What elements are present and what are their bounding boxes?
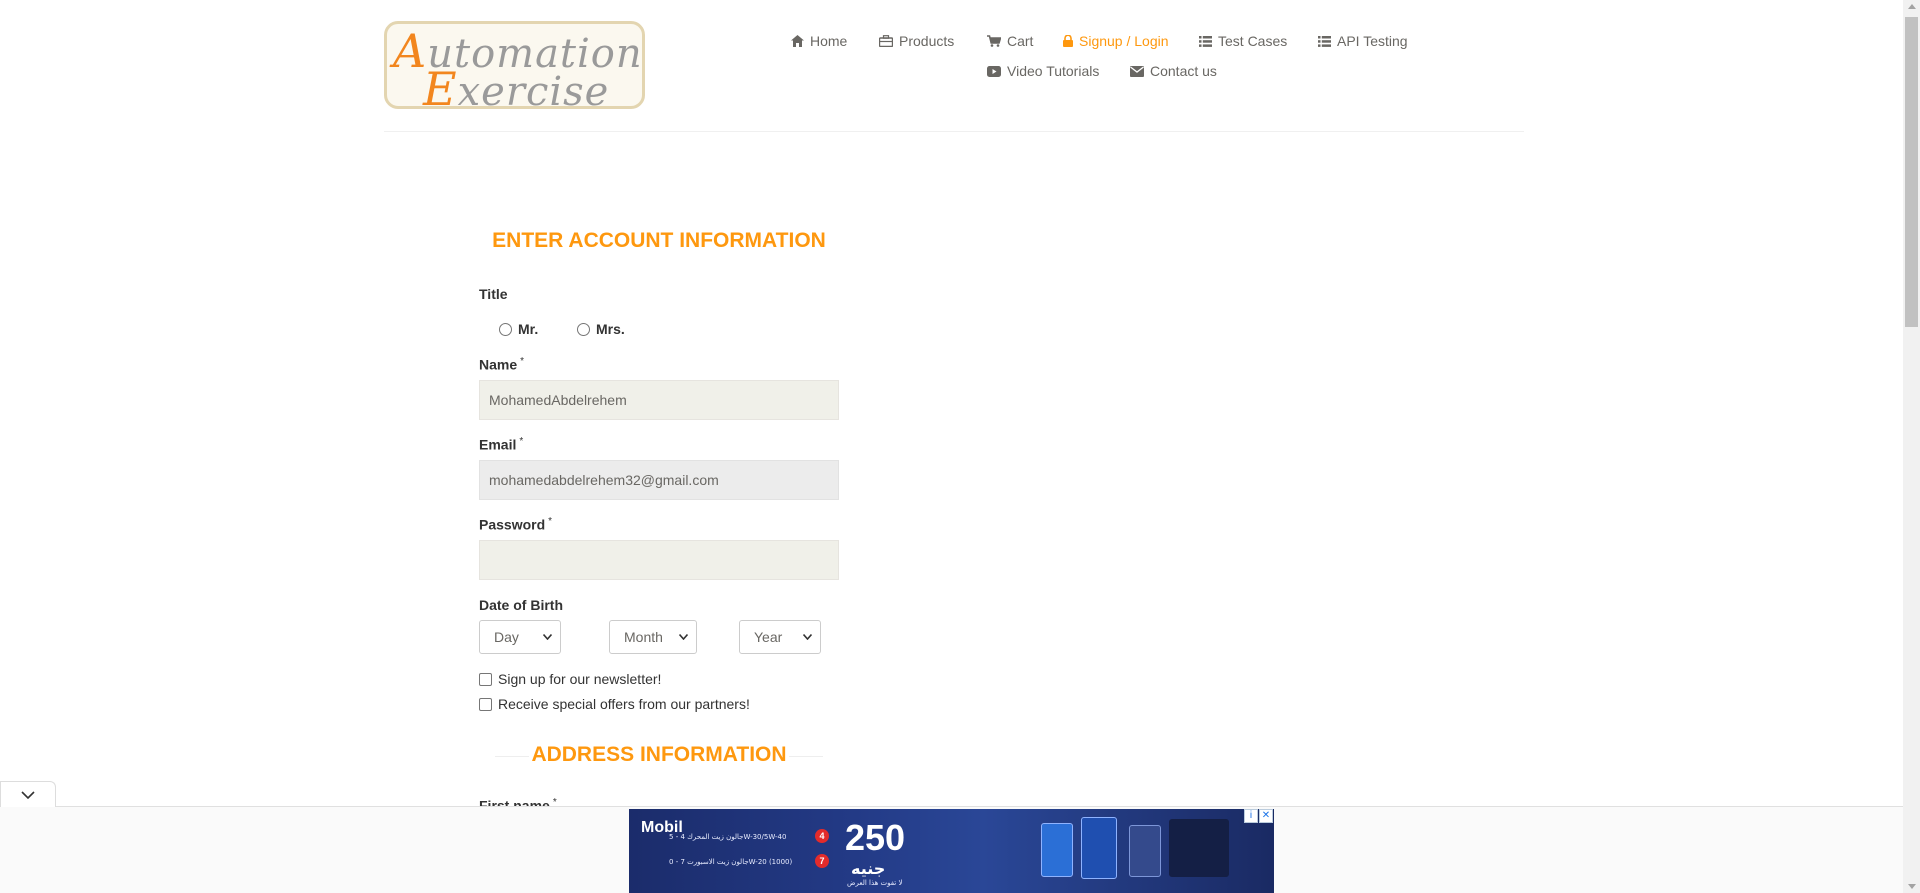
title-mrs-label: Mrs. <box>596 321 625 337</box>
ad-product-can-2 <box>1081 817 1117 879</box>
newsletter-option[interactable]: Sign up for our newsletter! <box>479 671 661 687</box>
ad-badge-b: 7 <box>815 854 829 868</box>
name-label: Name * <box>479 356 525 373</box>
dob-day-select[interactable]: Day <box>479 620 561 654</box>
address-heading-block: ADDRESS INFORMATION <box>495 743 823 767</box>
nav-video-tutorials[interactable]: Video Tutorials <box>987 60 1099 82</box>
ad-price-number: 250 <box>845 817 906 858</box>
home-icon <box>791 35 804 47</box>
required-mark: * <box>520 356 525 367</box>
youtube-play-icon <box>987 65 1001 77</box>
nav-video-tutorials-label: Video Tutorials <box>1007 63 1100 79</box>
chevron-down-icon <box>803 634 812 640</box>
nav-contact-us[interactable]: Contact us <box>1130 60 1217 82</box>
email-label: Email * <box>479 436 524 453</box>
nav-contact-us-label: Contact us <box>1150 63 1217 79</box>
cart-icon <box>987 35 1001 47</box>
nav-products[interactable]: Products <box>879 30 954 52</box>
title-mr-option[interactable]: Mr. <box>499 321 538 337</box>
offers-checkbox[interactable] <box>479 697 492 711</box>
ad-info-icon[interactable]: i <box>1244 809 1258 823</box>
scrollbar-thumb[interactable] <box>1905 17 1918 327</box>
nav-home-label: Home <box>810 33 848 49</box>
header-divider <box>384 131 1524 132</box>
address-info-heading: ADDRESS INFORMATION <box>529 743 789 766</box>
ad-line-c: لا تفوت هذا العرض <box>847 879 903 887</box>
nav-products-label: Products <box>899 33 955 49</box>
ad-currency: جنيه <box>851 859 886 878</box>
email-input[interactable]: mohamedabdelrehem32@gmail.com <box>479 460 839 500</box>
title-mr-radio[interactable] <box>499 322 512 336</box>
page-scrollbar[interactable] <box>1903 0 1920 893</box>
ad-banner[interactable]: Mobil 4 7 جالون زيت المحرك 4 - 5W-30/5W-… <box>629 809 1274 893</box>
title-mrs-option[interactable]: Mrs. <box>577 321 625 337</box>
account-info-heading: ENTER ACCOUNT INFORMATION <box>492 229 826 252</box>
title-mrs-radio[interactable] <box>577 322 590 336</box>
nav-signup-login[interactable]: Signup / Login <box>1063 30 1169 52</box>
name-input[interactable]: MohamedAbdelrehem <box>479 380 839 420</box>
ad-collapse-toggle[interactable] <box>0 781 56 807</box>
ad-line-b: جالون زيت الاسبورت 7 - 0W-20 (1000) <box>669 858 793 866</box>
ad-badge-a: 4 <box>815 829 829 843</box>
ad-product-can-3 <box>1129 825 1161 877</box>
nav-api-testing-label: API Testing <box>1337 33 1408 49</box>
nav-api-testing[interactable]: API Testing <box>1318 30 1408 52</box>
ad-line-a: جالون زيت المحرك 4 - 5W-30/5W-40 <box>669 833 787 841</box>
newsletter-checkbox[interactable] <box>479 672 492 686</box>
chevron-down-icon <box>543 634 552 640</box>
chevron-down-icon <box>21 790 35 799</box>
newsletter-label: Sign up for our newsletter! <box>498 671 662 687</box>
dob-month-value: Month <box>624 629 663 645</box>
nav-signup-login-label: Signup / Login <box>1079 33 1169 49</box>
briefcase-icon <box>879 35 893 47</box>
nav-cart[interactable]: Cart <box>987 30 1033 52</box>
title-mr-label: Mr. <box>518 321 539 337</box>
ad-close-icon[interactable]: ✕ <box>1259 809 1273 823</box>
password-label: Password * <box>479 516 553 533</box>
dob-month-select[interactable]: Month <box>609 620 697 654</box>
dob-year-select[interactable]: Year <box>739 620 821 654</box>
chevron-down-icon <box>679 634 688 640</box>
ad-background-graphic <box>1169 819 1229 877</box>
envelope-icon <box>1130 65 1144 77</box>
required-mark: * <box>548 516 553 527</box>
nav-home[interactable]: Home <box>791 30 847 52</box>
dob-label: Date of Birth <box>479 597 563 613</box>
scroll-up-arrow-icon[interactable] <box>1908 4 1916 9</box>
password-input[interactable] <box>479 540 839 580</box>
nav-cart-label: Cart <box>1007 33 1034 49</box>
offers-option[interactable]: Receive special offers from our partners… <box>479 696 750 712</box>
nav-test-cases-label: Test Cases <box>1218 33 1288 49</box>
main-nav: Home Products Cart Signup / Login Test C… <box>0 29 1920 89</box>
ad-product-can-1 <box>1041 823 1073 877</box>
scroll-down-arrow-icon[interactable] <box>1908 884 1916 889</box>
required-mark: * <box>519 436 524 447</box>
list-icon <box>1318 35 1331 47</box>
lock-icon <box>1063 35 1073 47</box>
dob-day-value: Day <box>494 629 519 645</box>
title-label: Title <box>479 286 508 302</box>
list-icon <box>1199 35 1212 47</box>
offers-label: Receive special offers from our partners… <box>498 696 750 712</box>
dob-year-value: Year <box>754 629 783 645</box>
nav-test-cases[interactable]: Test Cases <box>1199 30 1287 52</box>
